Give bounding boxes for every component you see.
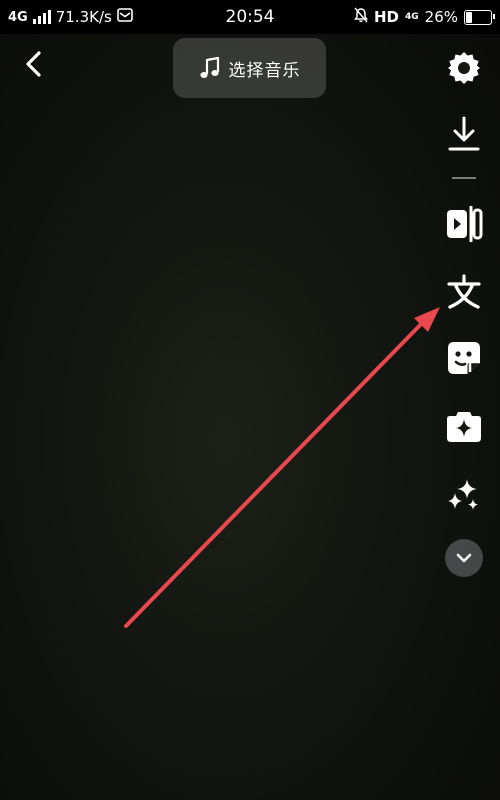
hd-indicator: HD <box>373 8 399 26</box>
chevron-left-icon <box>26 51 41 77</box>
battery-percent: 26% <box>424 8 458 26</box>
effects-icon <box>447 412 481 442</box>
sticker-icon <box>448 342 480 374</box>
video-edit-button[interactable] <box>440 200 488 248</box>
settings-icon <box>448 52 480 84</box>
video-edit-icon <box>447 206 483 242</box>
more-tools-button[interactable] <box>440 534 488 582</box>
battery-fill <box>466 11 472 23</box>
toolbar-divider <box>452 177 476 179</box>
4g-indicator: 4G <box>405 11 419 22</box>
download-button[interactable] <box>440 110 488 158</box>
select-music-button[interactable]: 选择音乐 <box>173 38 326 98</box>
select-music-label: 选择音乐 <box>228 60 301 80</box>
download-icon <box>448 116 480 151</box>
mute-bell-icon <box>353 7 368 27</box>
effects-button[interactable] <box>440 402 488 450</box>
video-editor-screen: 4G 71.3K/s 20:54 HD 4G 26% 选择音乐 <box>0 0 500 800</box>
status-bar: 4G 71.3K/s 20:54 HD 4G 26% <box>0 0 500 34</box>
back-button[interactable] <box>16 46 52 82</box>
music-note-icon <box>199 56 219 78</box>
battery-icon <box>464 9 495 25</box>
settings-button[interactable] <box>440 44 488 92</box>
annotation-arrow <box>124 307 440 628</box>
enhance-button[interactable] <box>440 470 488 518</box>
chevron-down-icon <box>456 553 472 563</box>
sparkle-icon <box>448 479 478 510</box>
more-tools-circle <box>445 539 483 577</box>
sticker-button[interactable] <box>440 334 488 382</box>
text-button[interactable] <box>440 268 488 316</box>
status-right: HD 4G 26% <box>353 0 495 34</box>
text-icon <box>447 274 481 309</box>
